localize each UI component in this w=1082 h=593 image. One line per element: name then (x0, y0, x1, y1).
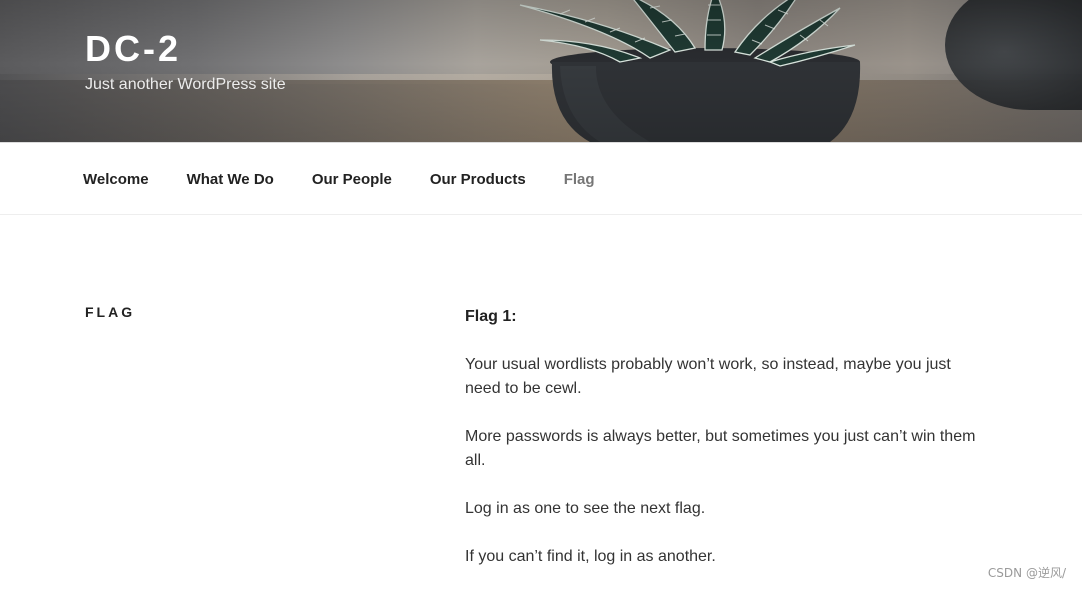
nav-item-what-we-do[interactable]: What We Do (187, 171, 274, 189)
page-content: FLAG Flag 1: Your usual wordlists probab… (0, 215, 1082, 591)
site-branding: DC-2 Just another WordPress site (85, 28, 286, 95)
nav-item-our-products[interactable]: Our Products (430, 171, 526, 189)
paragraph-wordlists: Your usual wordlists probably won’t work… (465, 353, 985, 401)
site-title[interactable]: DC-2 (85, 28, 286, 70)
main-navigation: Welcome What We Do Our People Our Produc… (0, 142, 1082, 215)
watermark: CSDN @逆风/ (988, 564, 1066, 581)
entry-content: Flag 1: Your usual wordlists probably wo… (465, 303, 985, 593)
nav-menu: Welcome What We Do Our People Our Produc… (83, 171, 633, 189)
page-title: FLAG (85, 304, 135, 320)
paragraph-log-in: Log in as one to see the next flag. (465, 497, 985, 521)
paragraph-passwords: More passwords is always better, but som… (465, 425, 985, 473)
site-description: Just another WordPress site (85, 75, 286, 95)
paragraph-log-in-another: If you can’t find it, log in as another. (465, 545, 985, 569)
flag-heading: Flag 1: (465, 305, 985, 329)
nav-item-flag[interactable]: Flag (564, 171, 595, 189)
nav-item-our-people[interactable]: Our People (312, 171, 392, 189)
site-header: DC-2 Just another WordPress site (0, 0, 1082, 142)
nav-item-welcome[interactable]: Welcome (83, 171, 149, 189)
